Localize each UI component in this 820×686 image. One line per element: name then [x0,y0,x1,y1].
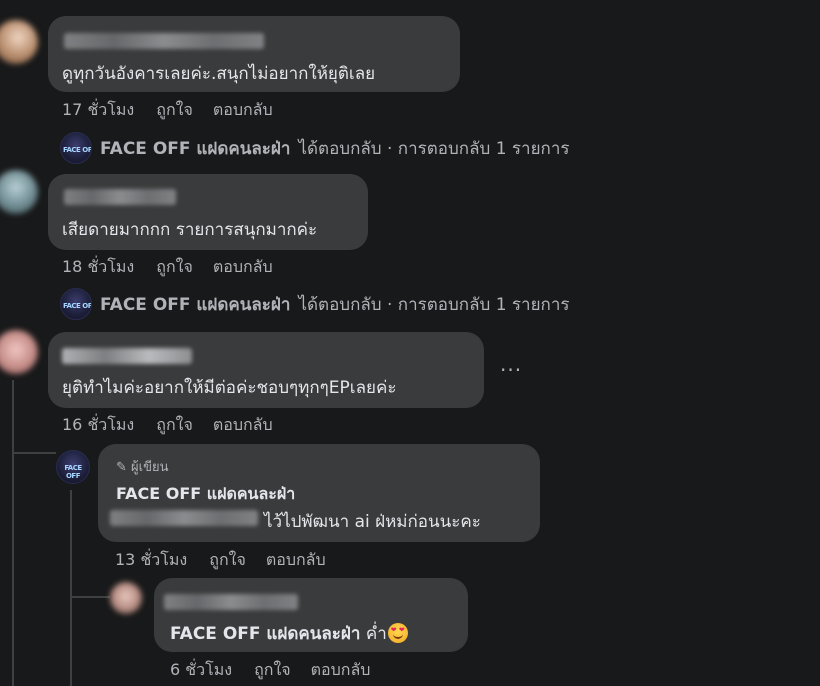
reply-button[interactable]: ตอบกลับ [213,100,273,119]
comment-bubble: เสียดายมากกก รายการสนุกมากค่ะ [48,174,368,250]
reply-bubble: ✎ ผู้เขียน FACE OFF แฝดคนละฝ่า ไว้ไปพัฒน… [98,444,540,542]
commenter-name[interactable] [64,189,176,205]
thread-line [12,380,14,686]
author-badge: ✎ ผู้เขียน [116,456,169,477]
thread-line [70,490,72,686]
comment-text: ยุติทำไมค่ะอยากให้มีต่อค่ะชอบๆทุกๆEPเลยค… [62,378,397,398]
mention-name[interactable] [110,510,258,526]
reply-time[interactable]: 6 ชั่วโมง [170,660,232,679]
comment-bubble: ยุติทำไมค่ะอยากให้มีต่อค่ะชอบๆทุกๆEPเลยค… [48,332,484,408]
comment-time[interactable]: 17 ชั่วโมง [62,100,134,119]
reply-button[interactable]: ตอบกลับ [213,257,273,276]
face-off-logo: FACE OFF [63,146,92,154]
like-button[interactable]: ถูกใจ [156,415,193,434]
comment-time[interactable]: 18 ชั่วโมง [62,257,134,276]
reply-text: ไว้ไปพัฒนา ai ฝ่หม่ก่อนนะคะ [264,512,481,532]
reply-author[interactable]: FACE OFF แฝดคนละฝ่า [116,482,295,507]
reply-text-suffix: ค่ำ [360,624,387,644]
thread-line [12,452,56,454]
like-button[interactable]: ถูกใจ [156,257,193,276]
page-avatar: FACE OFF [60,132,92,164]
more-options-icon[interactable]: ··· [500,358,522,382]
pencil-icon: ✎ [116,460,127,475]
comment-meta: 16 ชั่วโมง ถูกใจ ตอบกลับ [62,413,293,438]
heart-eyes-emoji [387,623,408,643]
page-avatar: FACE OFF [60,288,92,320]
reply-button[interactable]: ตอบกลับ [266,550,326,569]
commenter-name[interactable] [62,348,192,364]
reply-text: FACE OFF แฝดคนละฝ่า ค่ำ [170,620,408,647]
like-button[interactable]: ถูกใจ [254,660,291,679]
view-replies-button[interactable]: FACE OFF FACE OFF แฝดคนละฝ่า ได้ตอบกลับ … [60,288,570,320]
mention-link[interactable]: FACE OFF แฝดคนละฝ่า [170,624,360,644]
reply-page-name: FACE OFF แฝดคนละฝ่า [100,294,291,315]
avatar[interactable] [0,170,38,214]
comment-bubble: ดูทุกวันอังคารเลยค่ะ.สนุกไม่อยากให้ยุติเ… [48,16,460,92]
comment-meta: 17 ชั่วโมง ถูกใจ ตอบกลับ [62,98,293,123]
author-badge-label: ผู้เขียน [131,460,169,475]
avatar[interactable] [110,582,142,614]
comment-time[interactable]: 16 ชั่วโมง [62,415,134,434]
reply-page-name: FACE OFF แฝดคนละฝ่า [100,138,291,159]
reply-summary-text: ได้ตอบกลับ · การตอบกลับ 1 รายการ [298,138,570,159]
reply-button[interactable]: ตอบกลับ [311,660,371,679]
view-replies-button[interactable]: FACE OFF FACE OFF แฝดคนละฝ่า ได้ตอบกลับ … [60,132,570,164]
avatar[interactable] [0,20,38,64]
thread-line [70,596,110,598]
reply-summary-text: ได้ตอบกลับ · การตอบกลับ 1 รายการ [298,294,570,315]
commenter-name[interactable] [64,33,264,49]
reply-bubble: FACE OFF แฝดคนละฝ่า ค่ำ [154,578,468,652]
commenter-name[interactable] [164,594,298,610]
comment-text: ดูทุกวันอังคารเลยค่ะ.สนุกไม่อยากให้ยุติเ… [62,64,376,84]
reply-time[interactable]: 13 ชั่วโมง [115,550,187,569]
comment-text: เสียดายมากกก รายการสนุกมากค่ะ [62,220,318,240]
comment-meta: 18 ชั่วโมง ถูกใจ ตอบกลับ [62,255,293,280]
face-off-logo: FACE OFF [64,464,82,480]
page-avatar[interactable]: FACE OFF [56,450,90,484]
avatar[interactable] [0,330,38,374]
face-off-logo: FACE OFF [63,302,92,310]
reply-meta: 13 ชั่วโมง ถูกใจ ตอบกลับ [115,548,346,573]
like-button[interactable]: ถูกใจ [156,100,193,119]
reply-button[interactable]: ตอบกลับ [213,415,273,434]
reply-meta: 6 ชั่วโมง ถูกใจ ตอบกลับ [170,658,390,683]
like-button[interactable]: ถูกใจ [209,550,246,569]
